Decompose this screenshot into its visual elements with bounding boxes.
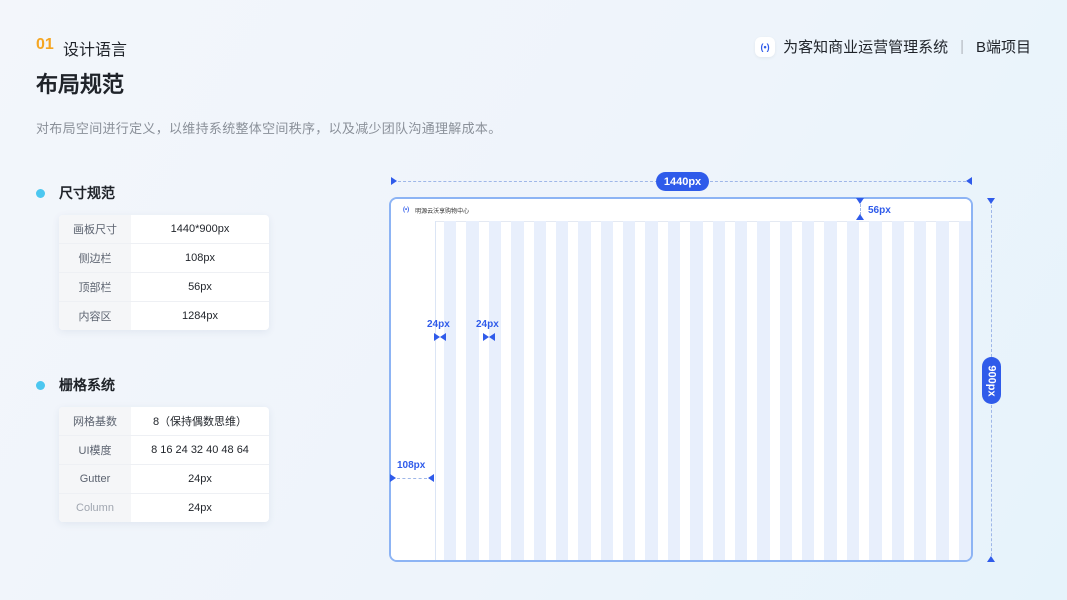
spec-value: 56px: [188, 281, 212, 293]
mock-sidebar: [391, 221, 436, 560]
grid-column: [779, 221, 792, 560]
grid-column: [757, 221, 770, 560]
table-row: 顶部栏 56px: [59, 273, 269, 302]
height-arrow-bottom-icon: [987, 556, 995, 562]
height-arrow-top-icon: [987, 198, 995, 204]
grid-column: [913, 221, 927, 560]
size-spec-title: 尺寸规范: [59, 185, 115, 201]
grid-column: [578, 221, 591, 560]
width-dimension-line: [398, 181, 658, 182]
spec-key: 顶部栏: [59, 273, 131, 301]
spec-value: 24px: [188, 473, 212, 485]
sidebar-width-line: [397, 478, 427, 479]
table-row: 内容区 1284px: [59, 302, 269, 330]
sidebar-arrow-left-icon: [390, 474, 396, 482]
grid-column: [511, 221, 524, 560]
width-label: 1440px: [656, 172, 709, 191]
grid-column: [623, 221, 636, 560]
spec-key: Column: [59, 494, 131, 522]
grid-spec-table: 网格基数 8（保持偶数思维） UI模度 8 16 24 32 40 48 64 …: [59, 407, 269, 522]
grid-column: [555, 221, 569, 560]
table-row: 画板尺寸 1440*900px: [59, 215, 269, 244]
spec-key: UI模度: [59, 436, 131, 464]
artboard-frame: (•) 明源云沃享购物中心: [389, 197, 973, 562]
grid-column: [712, 221, 725, 560]
table-row: UI模度 8 16 24 32 40 48 64: [59, 436, 269, 465]
spec-value: 108px: [185, 252, 215, 264]
spec-value: 8（保持偶数思维）: [152, 416, 248, 428]
gutter-marker-icon: [483, 333, 495, 341]
brand-logo-icon: (•): [755, 36, 776, 57]
sidebar-width-label: 108px: [397, 460, 426, 471]
brand-header: (•) 为客知商业运营管理系统 | B端项目: [755, 36, 1031, 57]
topbar-height-arrow-icon: [856, 214, 864, 220]
spec-key: 网格基数: [59, 407, 131, 435]
spec-value: 24px: [188, 502, 212, 514]
width-arrow-right-icon: [966, 177, 972, 185]
brand-name: 为客知商业运营管理系统: [783, 39, 949, 56]
grid-column: [846, 221, 860, 560]
size-spec-heading: 尺寸规范: [36, 183, 115, 203]
gutter-label: 24px: [476, 319, 499, 330]
bullet-icon: [36, 380, 45, 390]
table-row: Column 24px: [59, 494, 269, 522]
grid-column: [891, 221, 904, 560]
sidebar-arrow-right-icon: [428, 474, 434, 482]
mock-topbar-title: 明源云沃享购物中心: [415, 208, 470, 215]
spec-value: 1284px: [181, 310, 219, 322]
grid-column: [600, 221, 613, 560]
grid-column: [734, 221, 748, 560]
topbar-height-label: 56px: [868, 205, 891, 216]
height-dimension-line: [991, 405, 992, 556]
gutter-marker-icon: [434, 333, 446, 341]
grid-column: [690, 221, 703, 560]
height-label-pill: 900px: [982, 357, 1001, 404]
spec-key: 内容区: [59, 302, 131, 330]
grid-column: [444, 221, 457, 560]
grid-column: [488, 221, 502, 560]
height-dimension-line: [991, 205, 992, 357]
grid-spec-title: 栅格系统: [59, 377, 115, 393]
spec-key: 画板尺寸: [59, 215, 131, 243]
page-description: 对布局空间进行定义，以维持系统整体空间秩序，以及减少团队沟通理解成本。: [36, 121, 502, 136]
grid-column: [645, 221, 658, 560]
grid-column: [466, 221, 479, 560]
section-number: 01: [36, 36, 54, 53]
bullet-icon: [36, 188, 45, 198]
spec-key: Gutter: [59, 465, 131, 493]
brand-tag: B端项目: [975, 39, 1031, 56]
width-dimension-line: [710, 181, 966, 182]
grid-spec-heading: 栅格系统: [36, 375, 115, 395]
spec-value: 1440*900px: [170, 223, 230, 235]
section-title: 设计语言: [63, 42, 128, 59]
width-arrow-left-icon: [391, 177, 397, 185]
mock-logo-icon: (•): [403, 207, 410, 213]
grid-column: [869, 221, 882, 560]
grid-columns: [436, 221, 971, 560]
spec-key: 侧边栏: [59, 244, 131, 272]
grid-column: [667, 221, 681, 560]
page-title: 布局规范: [36, 72, 125, 97]
grid-column: [824, 221, 837, 560]
gutter-label: 24px: [427, 319, 450, 330]
brand-divider: |: [960, 38, 964, 55]
grid-column: [802, 221, 815, 560]
table-row: 侧边栏 108px: [59, 244, 269, 273]
grid-column: [958, 221, 971, 560]
size-spec-table: 画板尺寸 1440*900px 侧边栏 108px 顶部栏 56px 内容区 1…: [59, 215, 269, 330]
grid-column: [533, 221, 546, 560]
table-row: Gutter 24px: [59, 465, 269, 494]
table-row: 网格基数 8（保持偶数思维）: [59, 407, 269, 436]
grid-column: [936, 221, 949, 560]
spec-value: 8 16 24 32 40 48 64: [151, 444, 249, 456]
height-label: 900px: [985, 364, 998, 397]
